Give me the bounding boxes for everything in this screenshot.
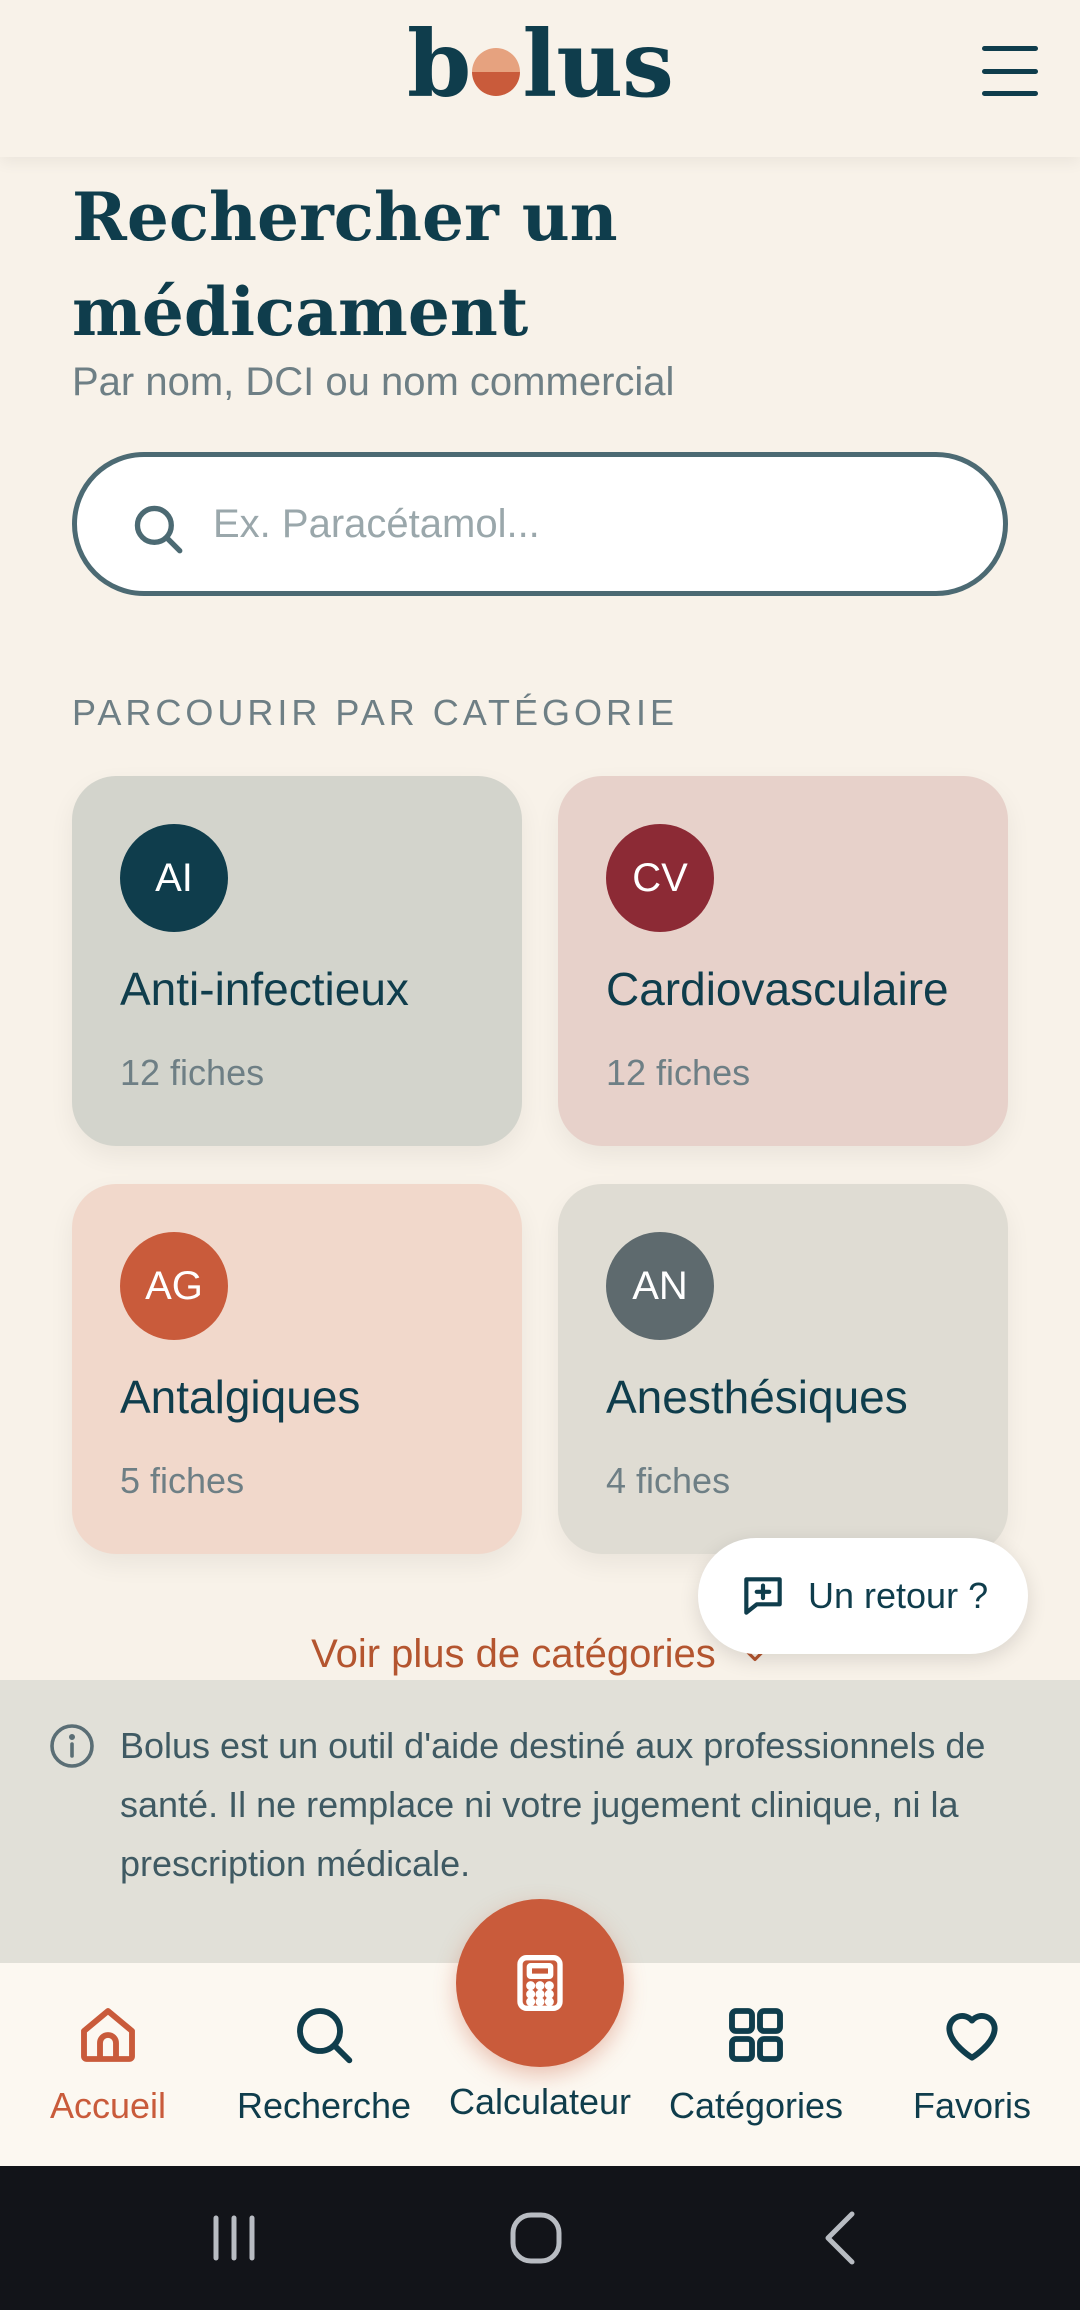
feedback-label: Un retour ? xyxy=(808,1575,989,1616)
recent-apps-icon[interactable] xyxy=(206,2208,262,2268)
search-input[interactable] xyxy=(213,487,953,561)
category-badge: AN xyxy=(606,1232,714,1340)
more-categories-label: Voir plus de catégories xyxy=(311,1632,716,1676)
category-card-antalgiques[interactable]: AG Antalgiques 5 fiches xyxy=(72,1184,522,1554)
category-name: Anti-infectieux xyxy=(120,963,409,1015)
search-icon xyxy=(134,505,183,554)
category-badge: AG xyxy=(120,1232,228,1340)
categories-section-label: PARCOURIR PAR CATÉGORIE xyxy=(72,692,679,733)
disclaimer-text: Bolus est un outil d'aide destiné aux pr… xyxy=(120,1725,986,1884)
search-bar[interactable] xyxy=(72,452,1008,596)
category-card-anti-infectieux[interactable]: AI Anti-infectieux 12 fiches xyxy=(72,776,522,1146)
system-navigation-bar xyxy=(0,2166,1080,2310)
category-badge: CV xyxy=(606,824,714,932)
nav-item-recherche[interactable]: Recherche xyxy=(216,2003,432,2153)
search-icon xyxy=(297,2008,353,2064)
home-icon xyxy=(81,2008,135,2062)
nav-label: Recherche xyxy=(236,2085,412,2126)
nav-item-categories[interactable]: Catégories xyxy=(648,2003,864,2153)
category-name: Antalgiques xyxy=(120,1371,361,1423)
feedback-chat-icon xyxy=(744,1577,782,1615)
back-icon[interactable] xyxy=(812,2208,872,2268)
home-button-icon[interactable] xyxy=(506,2208,566,2268)
nav-label: Favoris xyxy=(912,2085,1032,2126)
nav-item-favoris[interactable]: Favoris xyxy=(864,2003,1080,2153)
category-name: Anesthésiques xyxy=(606,1371,908,1423)
info-icon xyxy=(50,1724,94,1768)
calculator-fab-button[interactable] xyxy=(456,1899,624,2067)
category-count: 12 fiches xyxy=(606,1052,751,1093)
logo-letters-lus: lus xyxy=(522,10,674,118)
logo-letter-b: b xyxy=(407,10,471,118)
category-name: Cardiovasculaire xyxy=(606,963,949,1015)
nav-item-accueil[interactable]: Accueil xyxy=(0,2003,216,2153)
bolus-logo[interactable]: b lus xyxy=(0,18,1080,110)
hamburger-menu-icon[interactable] xyxy=(982,46,1038,96)
grid-icon xyxy=(729,2008,783,2062)
category-count: 5 fiches xyxy=(120,1460,245,1501)
category-card-anesthesiques[interactable]: AN Anesthésiques 4 fiches xyxy=(558,1184,1008,1554)
logo-dot-icon xyxy=(472,48,521,96)
page-subtitle: Par nom, DCI ou nom commercial xyxy=(72,360,675,404)
category-count: 4 fiches xyxy=(606,1460,731,1501)
calculator-icon xyxy=(517,1955,563,2011)
nav-label-calculateur[interactable]: Calculateur xyxy=(432,2081,648,2123)
category-card-cardiovasculaire[interactable]: CV Cardiovasculaire 12 fiches xyxy=(558,776,1008,1146)
app-header: b lus xyxy=(0,0,1080,157)
category-badge: AI xyxy=(120,824,228,932)
heart-icon xyxy=(946,2013,998,2061)
feedback-button[interactable]: Un retour ? xyxy=(698,1538,1028,1654)
nav-label: Accueil xyxy=(49,2085,167,2126)
nav-label: Catégories xyxy=(668,2085,844,2126)
page-title: Rechercher un médicament xyxy=(72,178,618,351)
category-count: 12 fiches xyxy=(120,1052,265,1093)
